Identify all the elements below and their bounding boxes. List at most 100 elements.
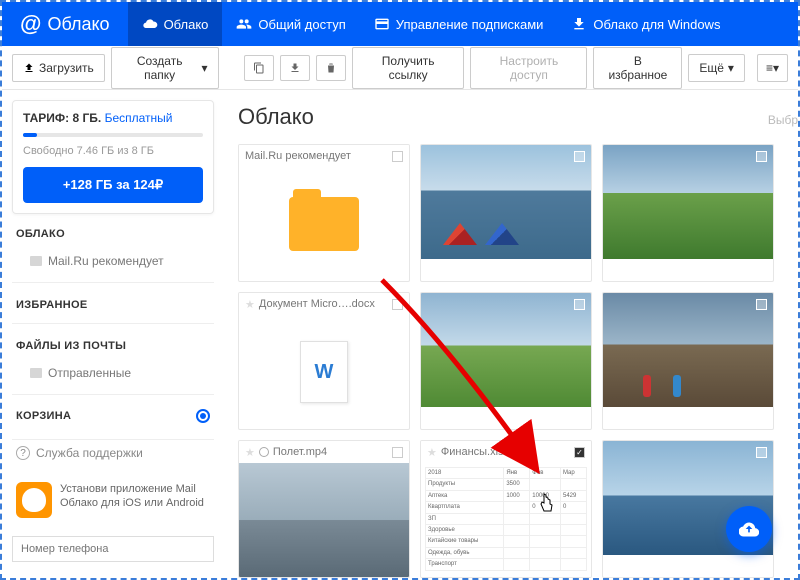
upload-button[interactable]: Загрузить <box>12 54 105 82</box>
nav-label: Облако <box>164 17 209 32</box>
configure-access-button[interactable]: Настроить доступ <box>470 47 587 89</box>
tile-checkbox[interactable] <box>756 447 767 458</box>
at-icon: @ <box>20 11 41 37</box>
tile-image-field[interactable] <box>420 292 592 430</box>
video-icon <box>259 447 269 457</box>
section-trash: КОРЗИНА <box>16 410 71 422</box>
storage-bar <box>23 133 203 137</box>
tile-label: Документ Micro….docx <box>259 298 375 310</box>
nav-tab-subscriptions[interactable]: Управление подписками <box>360 2 558 46</box>
help-icon: ? <box>16 446 30 460</box>
folder-icon <box>289 197 359 251</box>
nav-tabs: Облако Общий доступ Управление подпискам… <box>128 2 735 46</box>
delete-button[interactable] <box>316 55 346 81</box>
page-title: Облако <box>238 104 314 130</box>
star-icon[interactable]: ★ <box>245 446 255 459</box>
content-area: ТАРИФ: 8 ГБ. Бесплатный Свободно 7.46 ГБ… <box>2 90 798 578</box>
configure-access-label: Настроить доступ <box>481 54 576 82</box>
app-icon <box>16 482 52 518</box>
storage-free-text: Свободно 7.46 ГБ из 8 ГБ <box>23 145 203 157</box>
cloud-upload-icon <box>739 519 759 539</box>
tile-checkbox[interactable] <box>756 299 767 310</box>
trash-icon <box>325 62 337 74</box>
action-toolbar: Загрузить Создать папку ▾ Получить ссылк… <box>2 46 798 90</box>
sidebar-item-recommend[interactable]: Mail.Ru рекомендует <box>12 250 214 272</box>
trash-indicator-icon <box>196 409 210 423</box>
download-icon <box>571 16 587 32</box>
section-trash-row[interactable]: КОРЗИНА <box>12 405 214 427</box>
sidebar: ТАРИФ: 8 ГБ. Бесплатный Свободно 7.46 ГБ… <box>2 90 224 578</box>
tile-label: Финансы.xlsx <box>441 446 509 458</box>
support-link[interactable]: ? Служба поддержки <box>12 439 214 466</box>
tariff-title: ТАРИФ: 8 ГБ. Бесплатный <box>23 111 203 125</box>
tariff-card: ТАРИФ: 8 ГБ. Бесплатный Свободно 7.46 ГБ… <box>12 100 214 214</box>
upload-icon <box>23 62 35 74</box>
nav-tab-shared[interactable]: Общий доступ <box>222 2 359 46</box>
tile-checkbox[interactable] <box>392 299 403 310</box>
star-icon[interactable]: ★ <box>427 446 437 459</box>
phone-input[interactable] <box>12 536 214 562</box>
mobile-app-promo: Установи приложение Mail Облако для iOS … <box>12 474 214 526</box>
create-folder-button[interactable]: Создать папку ▾ <box>111 47 219 89</box>
tile-document-docx[interactable]: ★ Документ Micro….docx W <box>238 292 410 430</box>
download-icon <box>289 62 301 74</box>
view-options-button[interactable]: ≡▾ <box>757 54 788 82</box>
chevron-down-icon: ▾ <box>728 61 734 75</box>
get-link-button[interactable]: Получить ссылку <box>352 47 465 89</box>
page-header: Облако Выбр <box>238 104 798 130</box>
top-navbar: @ Облако Облако Общий доступ Управление … <box>2 2 798 46</box>
file-grid: Mail.Ru рекомендует ★ Документ Micro….doc… <box>238 144 798 578</box>
create-folder-label: Создать папку <box>122 54 198 82</box>
tile-checkbox[interactable] <box>756 151 767 162</box>
chevron-down-icon: ▾ <box>202 61 208 75</box>
tile-image-tents[interactable] <box>420 144 592 282</box>
brand-name: Облако <box>47 14 109 35</box>
tile-image-rocks[interactable] <box>602 292 774 430</box>
copy-button[interactable] <box>244 55 274 81</box>
upgrade-button[interactable]: +128 ГБ за 124₽ <box>23 167 203 203</box>
card-icon <box>374 16 390 32</box>
section-mailfiles: ФАЙЛЫ ИЗ ПОЧТЫ <box>12 334 214 354</box>
star-icon[interactable]: ★ <box>245 298 255 311</box>
word-doc-icon: W <box>300 341 348 403</box>
tariff-badge: Бесплатный <box>105 111 173 125</box>
nav-label: Общий доступ <box>258 17 345 32</box>
more-button[interactable]: Ещё ▾ <box>688 54 745 82</box>
sidebar-item-label: Отправленные <box>48 366 131 380</box>
nav-label: Облако для Windows <box>593 17 720 32</box>
tile-checkbox[interactable] <box>392 447 403 458</box>
brand-logo[interactable]: @ Облако <box>2 11 128 37</box>
favorite-button[interactable]: В избранное <box>593 47 682 89</box>
cloud-icon <box>142 16 158 32</box>
copy-icon <box>253 62 265 74</box>
favorite-label: В избранное <box>604 54 671 82</box>
upload-fab[interactable] <box>726 506 772 552</box>
tile-folder-recommend[interactable]: Mail.Ru рекомендует <box>238 144 410 282</box>
section-cloud: ОБЛАКО <box>12 222 214 242</box>
upload-label: Загрузить <box>39 61 94 75</box>
nav-tab-cloud[interactable]: Облако <box>128 2 223 46</box>
tile-checkbox[interactable] <box>574 299 585 310</box>
spreadsheet-preview: 2018ЯнвФевМарПродукты3500Аптека100010000… <box>421 463 591 577</box>
tile-image-mountain[interactable] <box>602 144 774 282</box>
sidebar-item-label: Mail.Ru рекомендует <box>48 254 164 268</box>
tile-label: Полет.mp4 <box>273 446 327 458</box>
support-label: Служба поддержки <box>36 446 143 460</box>
nav-label: Управление подписками <box>396 17 544 32</box>
promo-text: Установи приложение Mail Облако для iOS … <box>60 482 210 511</box>
tariff-label: ТАРИФ: 8 ГБ. <box>23 111 101 125</box>
sidebar-item-sent[interactable]: Отправленные <box>12 362 214 384</box>
tile-checkbox-checked[interactable]: ✓ <box>574 447 585 458</box>
main-panel: Облако Выбр Mail.Ru рекомендует ★ Докумен… <box>224 90 798 578</box>
tile-checkbox[interactable] <box>574 151 585 162</box>
tile-spreadsheet-xlsx[interactable]: ★ Финансы.xlsx ✓ 2018ЯнвФевМарПродукты3500… <box>420 440 592 578</box>
tile-video-mp4[interactable]: ★ Полет.mp4 <box>238 440 410 578</box>
tile-checkbox[interactable] <box>392 151 403 162</box>
more-label: Ещё <box>699 61 724 75</box>
nav-tab-windows[interactable]: Облако для Windows <box>557 2 734 46</box>
tile-label: Mail.Ru рекомендует <box>245 150 351 162</box>
section-favorites: ИЗБРАННОЕ <box>12 293 214 313</box>
list-icon: ≡▾ <box>766 61 779 75</box>
people-icon <box>236 16 252 32</box>
download-button[interactable] <box>280 55 310 81</box>
